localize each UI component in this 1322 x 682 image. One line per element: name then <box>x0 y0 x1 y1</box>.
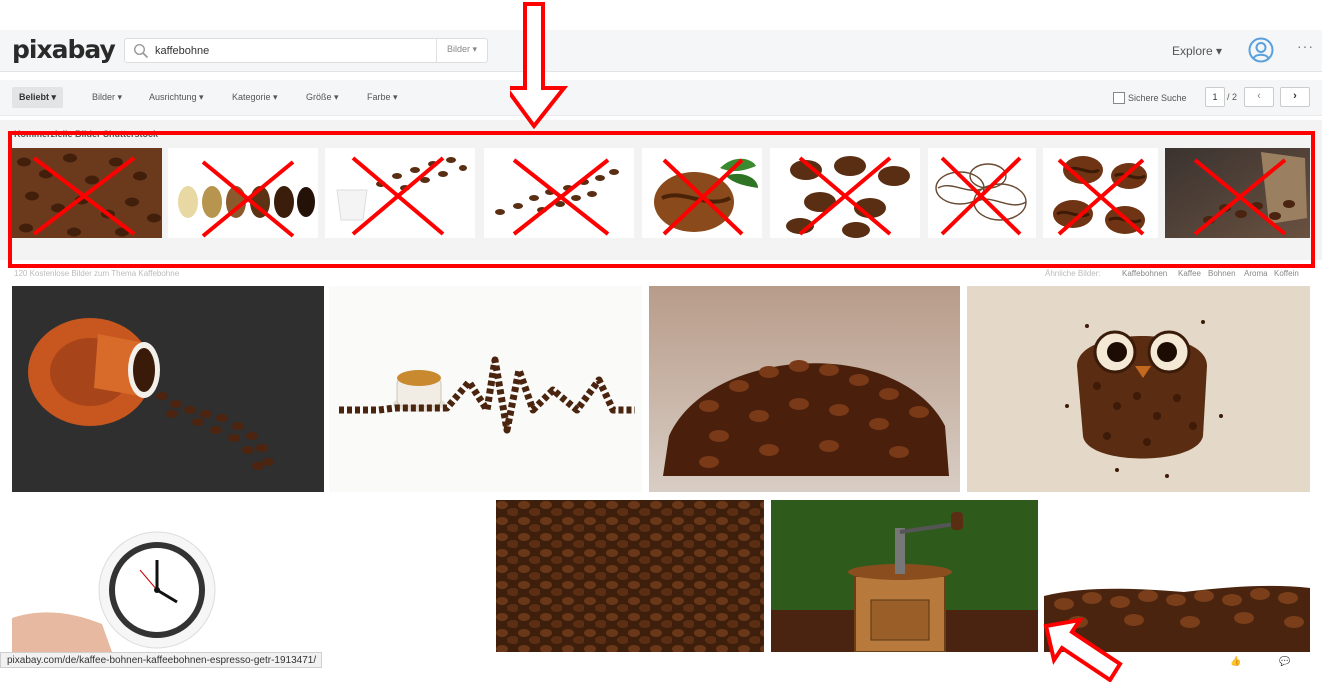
related-tag[interactable]: Aroma <box>1244 269 1268 278</box>
pixabay-logo[interactable]: pixabay <box>12 35 116 64</box>
image-stats: 👍 39 ☆ 40 💬 3 <box>1230 656 1299 666</box>
result-image[interactable] <box>496 500 764 652</box>
previous-page-button[interactable]: ‹ <box>1244 87 1274 107</box>
down-arrow-annotation-icon <box>510 2 569 130</box>
next-page-button[interactable]: › <box>1280 87 1310 107</box>
result-image[interactable] <box>649 286 960 492</box>
result-image[interactable] <box>12 500 490 652</box>
more-menu-icon[interactable]: ··· <box>1297 38 1314 54</box>
related-tag[interactable]: Kaffee <box>1178 269 1201 278</box>
user-avatar-icon[interactable] <box>1248 37 1274 63</box>
safe-search-checkbox[interactable] <box>1113 92 1125 104</box>
related-label: Ähnliche Bilder: <box>1045 269 1101 278</box>
pixabay-page: pixabay Bilder ▾ Explore ▾ ··· Beliebt ▾… <box>0 0 1322 682</box>
result-image[interactable] <box>967 286 1310 492</box>
filter-color[interactable]: Farbe ▾ <box>367 92 398 103</box>
browser-status-bar: pixabay.com/de/kaffee-bohnen-kaffeebohne… <box>0 652 323 668</box>
filter-category[interactable]: Kategorie ▾ <box>232 92 278 103</box>
related-tag[interactable]: Bohnen <box>1208 269 1236 278</box>
related-tag[interactable]: Koffein <box>1274 269 1299 278</box>
search-type-dropdown[interactable]: Bilder ▾ <box>435 39 487 62</box>
search-bar: Bilder ▾ <box>124 38 488 63</box>
safe-search-label[interactable]: Sichere Suche <box>1128 93 1187 103</box>
result-image[interactable] <box>12 286 324 492</box>
page-total: / 2 <box>1227 92 1238 102</box>
highlight-box <box>8 131 1315 268</box>
results-count-label: 120 Kostenlose Bilder zum Thema Kaffeboh… <box>14 269 180 278</box>
page-number-input[interactable]: 1 <box>1205 87 1225 107</box>
result-image[interactable] <box>771 500 1038 652</box>
filter-images[interactable]: Bilder ▾ <box>92 92 122 103</box>
filter-popular[interactable]: Beliebt ▾ <box>12 87 64 108</box>
filter-bar: Beliebt ▾ Bilder ▾ Ausrichtung ▾ Kategor… <box>0 80 1322 116</box>
filter-size[interactable]: Größe ▾ <box>306 92 339 103</box>
related-tag[interactable]: Kaffebohnen <box>1122 269 1167 278</box>
search-input[interactable] <box>155 42 445 60</box>
search-icon[interactable] <box>133 43 149 59</box>
explore-menu[interactable]: Explore ▾ <box>1172 44 1222 58</box>
top-navigation-bar: pixabay Bilder ▾ Explore ▾ ··· <box>0 30 1322 72</box>
filter-orientation[interactable]: Ausrichtung ▾ <box>149 92 204 103</box>
up-left-arrow-annotation-icon <box>1043 618 1123 682</box>
result-image[interactable] <box>329 286 642 492</box>
